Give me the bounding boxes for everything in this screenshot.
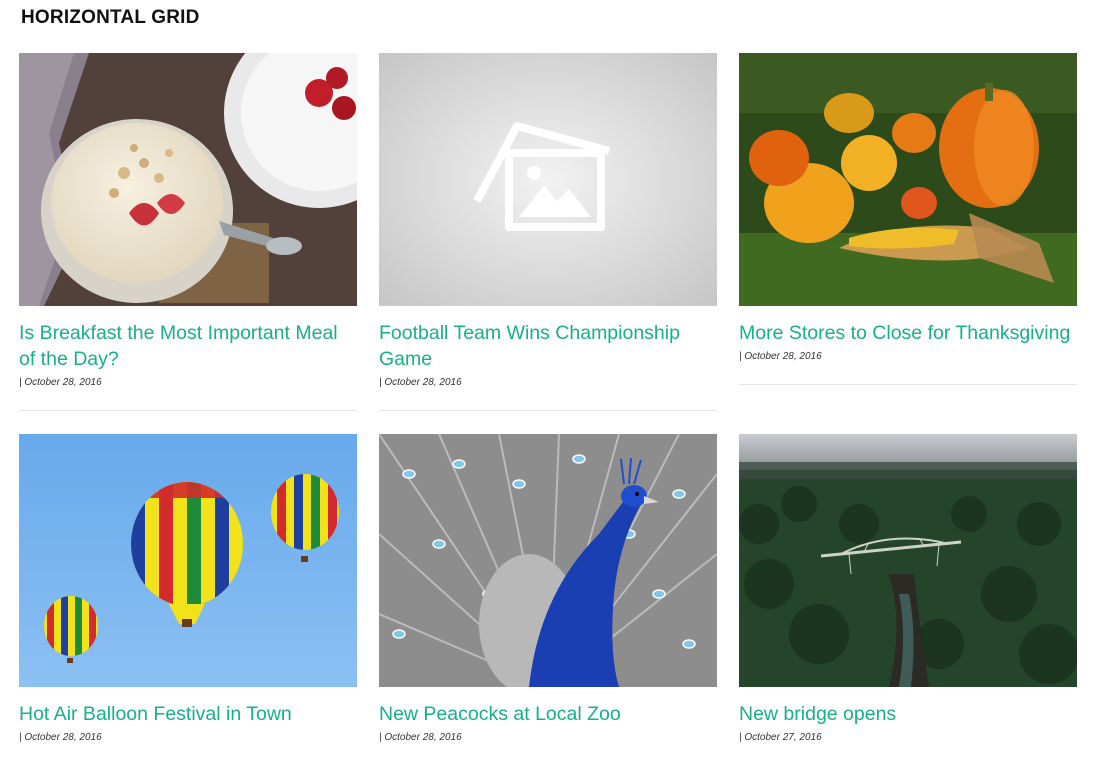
post-card: New Peacocks at Local Zoo | October 28, … [379, 434, 717, 764]
post-thumbnail-peacocks[interactable] [379, 434, 717, 687]
post-card: New bridge opens | October 27, 2016 [739, 434, 1077, 764]
post-thumbnail-breakfast[interactable] [19, 53, 357, 306]
post-title-link[interactable]: Hot Air Balloon Festival in Town [19, 701, 357, 727]
post-date: | October 27, 2016 [739, 732, 822, 743]
post-title-link[interactable]: Is Breakfast the Most Important Meal of … [19, 320, 357, 372]
post-title-link[interactable]: New bridge opens [739, 701, 1077, 727]
post-thumbnail-bridge[interactable] [739, 434, 1077, 687]
post-title-link[interactable]: New Peacocks at Local Zoo [379, 701, 717, 727]
card-divider [739, 384, 1077, 385]
post-date: | October 28, 2016 [19, 732, 102, 743]
post-card: Hot Air Balloon Festival in Town | Octob… [19, 434, 357, 764]
post-date: | October 28, 2016 [19, 377, 102, 388]
post-thumbnail-football[interactable] [379, 53, 717, 306]
peacock-image [379, 434, 717, 687]
hot-air-balloons-image [19, 434, 357, 687]
card-divider [379, 410, 717, 411]
section-title: HORIZONTAL GRID [21, 7, 200, 28]
post-title-link[interactable]: More Stores to Close for Thanksgiving [739, 320, 1077, 346]
post-card: Is Breakfast the Most Important Meal of … [19, 53, 357, 434]
post-card: Football Team Wins Championship Game | O… [379, 53, 717, 434]
bridge-forest-image [739, 434, 1077, 687]
post-date: | October 28, 2016 [379, 732, 462, 743]
post-title-link[interactable]: Football Team Wins Championship Game [379, 320, 717, 372]
post-thumbnail-balloons[interactable] [19, 434, 357, 687]
yogurt-breakfast-image [19, 53, 357, 306]
post-thumbnail-thanksgiving[interactable] [739, 53, 1077, 306]
post-card: More Stores to Close for Thanksgiving | … [739, 53, 1077, 434]
card-divider [19, 410, 357, 411]
post-grid: Is Breakfast the Most Important Meal of … [19, 53, 1077, 764]
placeholder-image-icon [379, 53, 717, 306]
post-date: | October 28, 2016 [379, 377, 462, 388]
pumpkins-image [739, 53, 1077, 306]
post-date: | October 28, 2016 [739, 351, 822, 362]
